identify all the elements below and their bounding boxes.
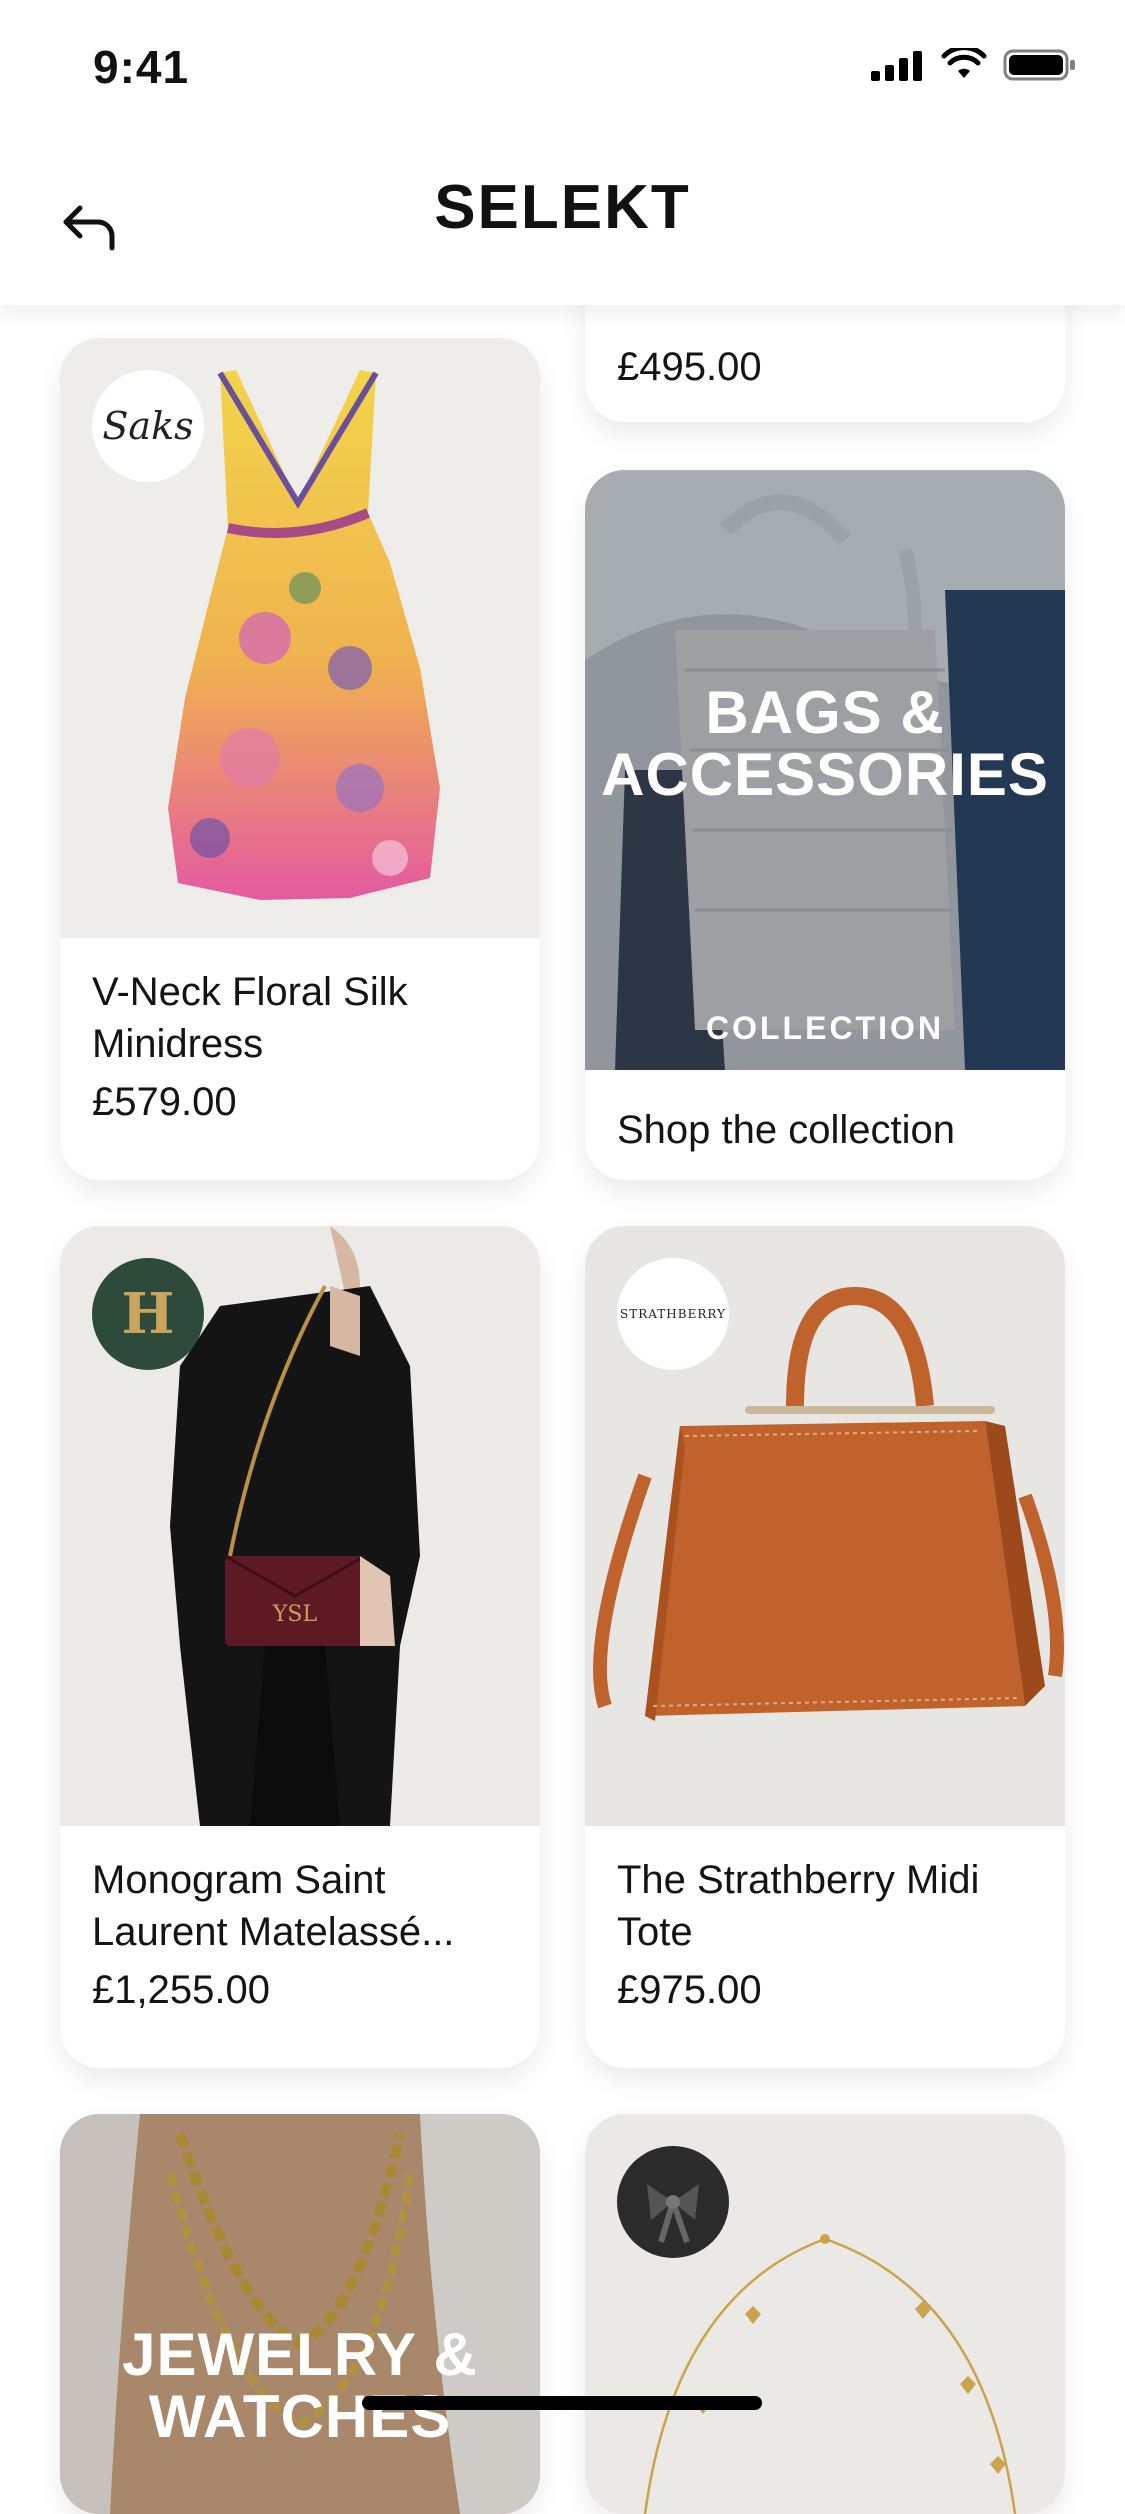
collection-card-jewelry[interactable]: JEWELRY & WATCHES: [60, 2114, 540, 2514]
collection-title: BAGS & ACCESSORIES: [601, 679, 1049, 808]
product-name: V-Neck Floral Silk Minidress: [92, 970, 408, 1066]
brand-logo-harrods: H: [92, 1258, 204, 1370]
signal-icon: [871, 51, 922, 81]
nav-header: SELEKT: [0, 140, 1125, 305]
product-card[interactable]: YSL H Monogram Saint Laurent Matelassé..…: [60, 1226, 540, 2068]
product-image: [585, 2114, 1065, 2514]
brand-logo-saks: Saks: [92, 370, 204, 482]
product-image: Saks: [60, 338, 540, 938]
product-image: STRATHBERRY: [585, 1226, 1065, 1826]
home-indicator[interactable]: [362, 2396, 762, 2410]
product-price: £1,255.00: [92, 1968, 270, 2012]
product-price: £579.00: [92, 1080, 237, 1124]
collection-title: JEWELRY & WATCHES: [122, 2321, 478, 2450]
shop-collection-link[interactable]: Shop the collection: [617, 1108, 955, 1153]
product-card[interactable]: STRATHBERRY The Strathberry Midi Tote £9…: [585, 1226, 1065, 2068]
product-image: YSL H: [60, 1226, 540, 1826]
product-name: Monogram Saint Laurent Matelassé...: [92, 1858, 455, 1954]
ribbon-bow-icon: [647, 2184, 699, 2243]
product-card[interactable]: Saks V-Neck Floral Silk Minidress £579.0…: [60, 338, 540, 1180]
battery-icon: [1003, 49, 1075, 81]
svg-text:YSL: YSL: [272, 1602, 318, 1627]
product-name: The Strathberry Midi Tote: [617, 1858, 980, 1954]
wifi-icon: [941, 48, 987, 78]
status-icons: [871, 48, 1077, 82]
collection-image: JEWELRY & WATCHES: [60, 2114, 540, 2514]
collection-subtitle: COLLECTION: [706, 1010, 944, 1046]
collection-card-bags[interactable]: BAGS & ACCESSORIES COLLECTION Shop the c…: [585, 470, 1065, 1180]
page-title: SELEKT: [434, 173, 691, 242]
brand-logo-ribbon: [617, 2146, 729, 2258]
status-bar: 9:41: [0, 0, 1125, 140]
status-time: 9:41: [93, 41, 190, 93]
brand-logo-strathberry: STRATHBERRY: [617, 1258, 729, 1370]
product-price: £495.00: [617, 345, 762, 389]
collection-image: BAGS & ACCESSORIES COLLECTION: [585, 470, 1065, 1070]
necklace-model-image: [60, 2114, 540, 2514]
product-card[interactable]: [585, 2114, 1065, 2514]
product-price: £975.00: [617, 1968, 762, 2012]
